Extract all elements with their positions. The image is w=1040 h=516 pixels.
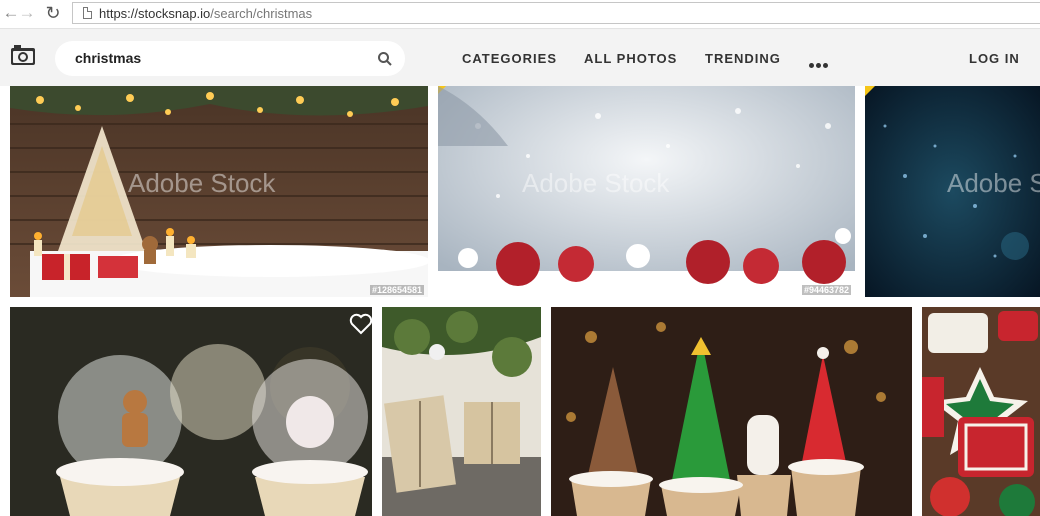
reload-icon: ↻	[45, 3, 61, 23]
heart-icon[interactable]	[349, 313, 372, 335]
site-header: CATEGORIES ALL PHOTOS TRENDING LOG IN	[0, 29, 1040, 86]
stock-id: #128654581	[369, 285, 424, 295]
photo-snow-globe-cupcakes[interactable]	[10, 307, 372, 516]
adobe-watermark: Adobe Stock	[128, 168, 276, 198]
search-icon[interactable]	[377, 51, 393, 67]
nav-all-photos[interactable]: ALL PHOTOS	[584, 51, 677, 66]
photo-blue-bokeh[interactable]: Adobe Stock	[865, 86, 1040, 297]
url-text: https://stocksnap.io/search/christmas	[99, 6, 312, 21]
login-link[interactable]: LOG IN	[969, 51, 1020, 66]
nav-categories[interactable]: CATEGORIES	[462, 51, 557, 66]
page-icon	[83, 7, 92, 19]
photo-christmas-tree[interactable]: Adobe Stock #128654581	[10, 86, 428, 297]
forward-button[interactable]: →	[16, 2, 38, 24]
photo-wrapped-gifts[interactable]	[382, 307, 541, 516]
photo-christmas-cookies[interactable]	[922, 307, 1040, 516]
arrow-right-icon: →	[18, 3, 36, 22]
search-box	[55, 41, 405, 76]
browser-address-bar: ← → ↻ https://stocksnap.io/search/christ…	[0, 0, 1040, 29]
url-host: https://stocksnap.io	[99, 6, 211, 21]
stock-id: #94463782	[801, 285, 851, 295]
url-path: /search/christmas	[210, 6, 313, 21]
nav-trending[interactable]: TRENDING	[705, 51, 781, 66]
reload-button[interactable]: ↻	[42, 2, 64, 24]
adobe-watermark: Adobe Stock	[522, 168, 670, 198]
camera-icon[interactable]	[10, 44, 36, 66]
photo-christmas-baubles[interactable]: Adobe Stock #94463782	[438, 86, 855, 297]
url-field[interactable]: https://stocksnap.io/search/christmas	[72, 2, 1040, 24]
more-dots-icon[interactable]	[809, 55, 830, 73]
photo-christmas-tree-cupcakes[interactable]	[551, 307, 912, 516]
adobe-watermark: Adobe Stock	[947, 168, 1040, 198]
search-input[interactable]	[75, 49, 365, 67]
